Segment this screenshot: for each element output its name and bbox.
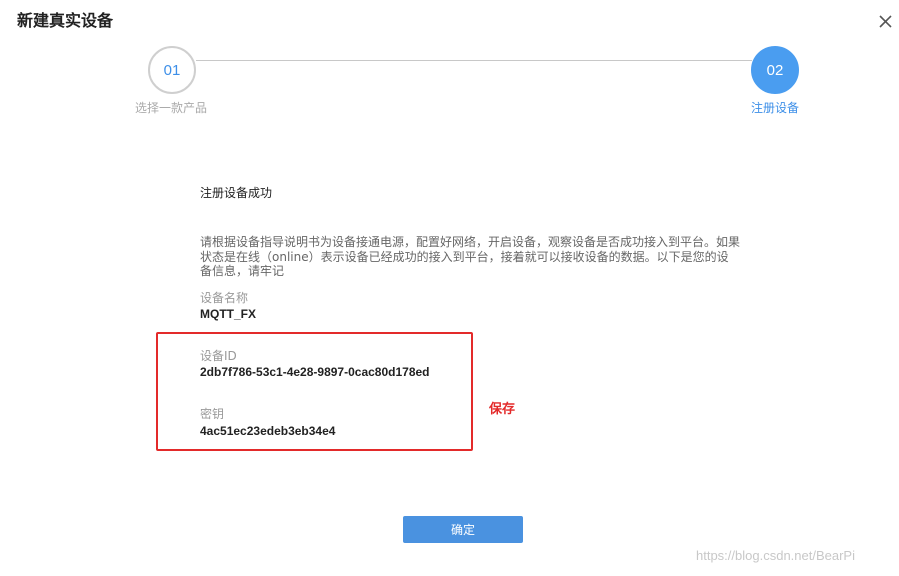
instructions-text: 请根据设备指导说明书为设备接通电源，配置好网络，开启设备，观察设备是否成功接入到…: [200, 235, 741, 278]
annotation-save-note: 保存: [489, 402, 516, 417]
watermark-text: https://blog.csdn.net/BearPi: [696, 548, 855, 563]
device-name-value: MQTT_FX: [200, 307, 256, 321]
close-icon[interactable]: [876, 12, 896, 32]
dialog-title: 新建真实设备: [17, 11, 114, 30]
step-2-label: 注册设备: [751, 101, 800, 115]
steps-connector-line: [196, 60, 752, 61]
success-message: 注册设备成功: [200, 186, 273, 200]
device-name-label: 设备名称: [200, 291, 249, 305]
step-1-circle: 01: [148, 46, 196, 94]
confirm-button[interactable]: 确定: [403, 516, 523, 543]
annotation-highlight-box: [156, 332, 473, 451]
step-2-circle: 02: [751, 46, 799, 94]
step-1-label: 选择一款产品: [135, 101, 208, 115]
new-device-dialog: 新建真实设备 01 选择一款产品 02 注册设备 注册设备成功 请根据设备指导说…: [0, 0, 899, 576]
